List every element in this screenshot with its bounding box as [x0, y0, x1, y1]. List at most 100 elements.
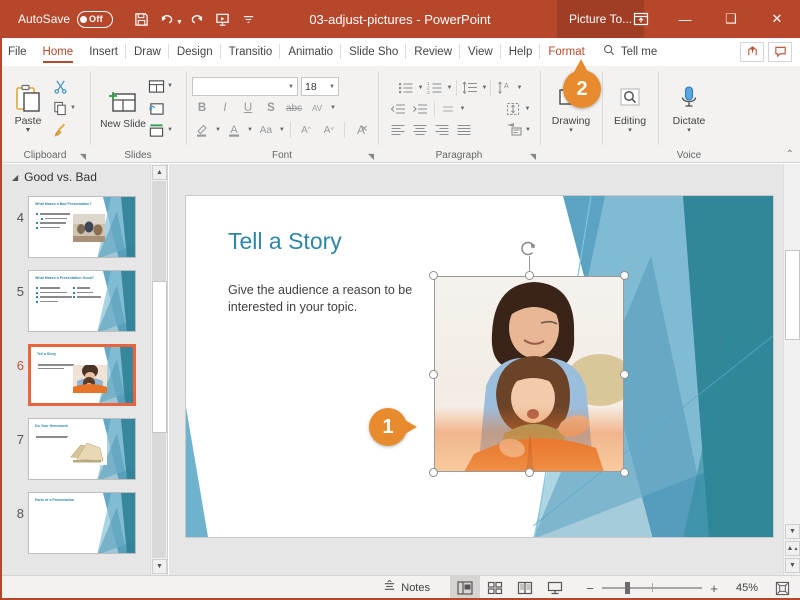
editor-scroll-down-icon[interactable]: ▼: [785, 524, 800, 539]
rotate-handle-icon[interactable]: [520, 240, 538, 258]
change-case-button[interactable]: Aa: [256, 120, 276, 140]
font-name-caret[interactable]: ▼: [288, 84, 294, 90]
editor-scrollbar[interactable]: ▼ ▲ ▲ ▼: [783, 164, 800, 575]
tab-file[interactable]: File: [0, 38, 35, 65]
zoom-percent-label[interactable]: 45%: [726, 582, 758, 594]
slide-canvas[interactable]: Tell a Story Give the audience a reason …: [185, 195, 774, 538]
thumbnail-frame-5[interactable]: What Makes a Presentation Good?: [28, 270, 136, 332]
copy-dropdown-caret[interactable]: ▼: [70, 105, 76, 111]
line-spacing-caret[interactable]: ▼: [482, 85, 488, 91]
autosave-toggle-group[interactable]: AutoSave Off: [18, 10, 114, 28]
layout-dropdown-caret[interactable]: ▼: [167, 83, 173, 89]
section-dropdown-caret[interactable]: ▼: [167, 127, 173, 133]
minimize-button[interactable]: —: [662, 0, 708, 38]
fit-to-window-button[interactable]: [770, 576, 794, 600]
tab-design[interactable]: Design: [169, 38, 221, 65]
tell-me-box[interactable]: Tell me: [593, 38, 667, 65]
clipboard-dialog-launcher[interactable]: ◥: [80, 152, 86, 161]
align-text-caret[interactable]: ▼: [460, 106, 466, 112]
text-shadow-button[interactable]: S: [261, 98, 281, 118]
font-name-combo[interactable]: ▼: [192, 77, 298, 96]
dictate-button[interactable]: Dictate ▾: [663, 81, 715, 134]
thumbnail-scrollbar-thumb[interactable]: [152, 281, 167, 433]
font-size-combo[interactable]: 18 ▼: [301, 77, 339, 96]
thumbnail-item-6[interactable]: 6 Tell a Story: [0, 338, 167, 412]
bold-button[interactable]: B: [192, 98, 212, 118]
slide-body-text[interactable]: Give the audience a reason to be interes…: [228, 282, 458, 316]
tab-insert[interactable]: Insert: [81, 38, 126, 65]
tab-view[interactable]: View: [460, 38, 501, 65]
bullets-button[interactable]: [396, 78, 417, 98]
text-highlight-caret[interactable]: ▼: [215, 127, 221, 133]
layout-button[interactable]: ▼: [146, 76, 175, 97]
reading-view-button[interactable]: [510, 576, 540, 600]
handle-bottom-left[interactable]: [429, 468, 438, 477]
change-case-caret[interactable]: ▼: [279, 127, 285, 133]
new-slide-button[interactable]: New Slide: [100, 85, 146, 131]
tab-draw[interactable]: Draw: [126, 38, 169, 65]
redo-icon[interactable]: [185, 6, 209, 32]
start-presentation-icon[interactable]: [211, 6, 235, 32]
font-color-button[interactable]: A: [224, 120, 244, 140]
tab-review[interactable]: Review: [406, 38, 460, 65]
line-spacing-button[interactable]: [460, 78, 481, 98]
zoom-in-button[interactable]: +: [708, 581, 720, 596]
underline-button[interactable]: U: [238, 98, 258, 118]
text-direction-button[interactable]: A: [494, 78, 515, 98]
tab-help[interactable]: Help: [501, 38, 541, 65]
strikethrough-button[interactable]: abc: [284, 98, 304, 118]
handle-top-right[interactable]: [620, 271, 629, 280]
thumbnail-frame-6[interactable]: Tell a Story: [28, 344, 136, 406]
align-vertical-button[interactable]: [503, 99, 524, 119]
cut-button[interactable]: [51, 76, 78, 97]
comment-icon[interactable]: [768, 41, 792, 62]
thumbnail-item-4[interactable]: 4 What Makes a Bad Presentation?: [0, 190, 167, 264]
font-size-caret[interactable]: ▼: [329, 84, 335, 90]
align-center-button[interactable]: [409, 120, 430, 140]
section-header[interactable]: ◢ Good vs. Bad: [0, 164, 167, 188]
section-collapse-triangle-icon[interactable]: ◢: [12, 173, 18, 182]
increase-indent-button[interactable]: [410, 99, 431, 119]
decrease-indent-button[interactable]: [388, 99, 409, 119]
handle-top-center[interactable]: [524, 271, 534, 280]
thumbnail-frame-4[interactable]: What Makes a Bad Presentation?: [28, 196, 136, 258]
font-dialog-launcher[interactable]: ◥: [368, 152, 374, 161]
close-button[interactable]: ✕: [754, 0, 800, 38]
undo-dropdown-caret[interactable]: ▼: [176, 19, 183, 26]
zoom-slider-knob[interactable]: [625, 582, 630, 594]
align-text-button[interactable]: [438, 99, 459, 119]
editor-scrollbar-thumb[interactable]: [785, 250, 800, 340]
slide-title[interactable]: Tell a Story: [228, 228, 342, 255]
handle-middle-left[interactable]: [429, 369, 438, 379]
autosave-switch[interactable]: Off: [77, 10, 114, 28]
align-right-button[interactable]: [431, 120, 452, 140]
clear-formatting-button[interactable]: A: [350, 120, 370, 140]
normal-view-button[interactable]: [450, 576, 480, 600]
align-left-button[interactable]: [387, 120, 408, 140]
thumbnail-frame-8[interactable]: Parts of a Presentation: [28, 492, 136, 554]
character-spacing-caret[interactable]: ▼: [330, 105, 336, 111]
character-spacing-button[interactable]: AV: [307, 98, 327, 118]
editing-button[interactable]: Editing ▾: [607, 81, 653, 134]
share-icon[interactable]: [740, 41, 764, 62]
thumbnail-scrollbar[interactable]: ▲ ▼: [150, 164, 167, 575]
collapse-ribbon-button[interactable]: ⌃: [786, 149, 794, 160]
text-direction-caret[interactable]: ▼: [516, 85, 522, 91]
paste-button[interactable]: Paste ▼: [5, 81, 51, 134]
drawing-dropdown-caret[interactable]: ▾: [569, 127, 573, 135]
convert-to-smartart-caret[interactable]: ▼: [525, 127, 531, 133]
thumbnail-item-7[interactable]: 7 Do Your Homework: [0, 412, 167, 486]
paragraph-dialog-launcher[interactable]: ◥: [530, 152, 536, 161]
tab-animations[interactable]: Animatio: [280, 38, 341, 65]
font-color-caret[interactable]: ▼: [247, 127, 253, 133]
editor-next-slide-icon[interactable]: ▼: [785, 558, 800, 573]
selected-picture[interactable]: [429, 241, 629, 477]
thumbnail-scroll-up-icon[interactable]: ▲: [152, 165, 167, 180]
thumbnail-scroll-down-icon[interactable]: ▼: [152, 559, 167, 574]
slide-sorter-view-button[interactable]: [480, 576, 510, 600]
handle-top-left[interactable]: [429, 271, 438, 280]
section-button[interactable]: ▼: [146, 120, 175, 141]
reset-button[interactable]: [146, 98, 175, 119]
save-icon[interactable]: [129, 6, 153, 32]
handle-middle-right[interactable]: [620, 369, 629, 379]
